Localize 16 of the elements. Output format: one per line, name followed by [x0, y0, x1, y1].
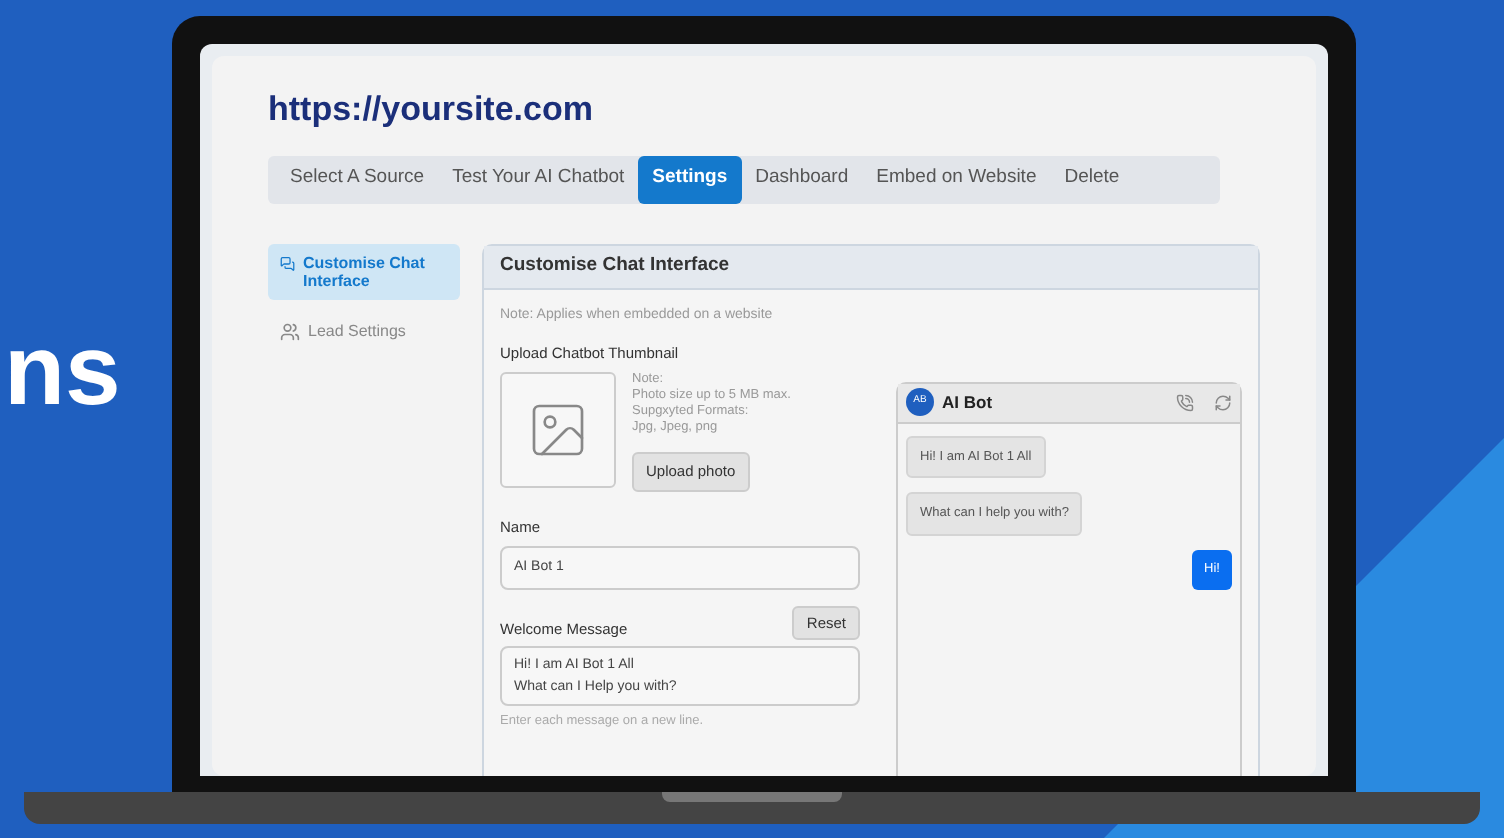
- sidebar-item[interactable]: Customise Chat Interface: [268, 243, 460, 299]
- tab[interactable]: Select A Source: [276, 155, 439, 203]
- tab[interactable]: Test Your AI Chatbot: [438, 155, 639, 203]
- chat-icon: [280, 253, 296, 273]
- site-url: https://yoursite.com: [268, 88, 595, 132]
- headline-fragment: ns: [4, 320, 121, 420]
- chat-title: AI Bot: [942, 389, 993, 415]
- sidebar-item[interactable]: Lead Settings: [268, 311, 460, 367]
- tab[interactable]: Embed on Website: [862, 155, 1051, 203]
- tab[interactable]: Settings: [638, 155, 742, 203]
- tab[interactable]: Dashboard: [741, 155, 863, 203]
- phone-icon[interactable]: [1176, 393, 1194, 411]
- refresh-icon[interactable]: [1214, 393, 1232, 411]
- panel-title: Customise Chat Interface: [500, 251, 730, 280]
- users-icon: [280, 321, 300, 341]
- tab[interactable]: Delete: [1050, 155, 1134, 203]
